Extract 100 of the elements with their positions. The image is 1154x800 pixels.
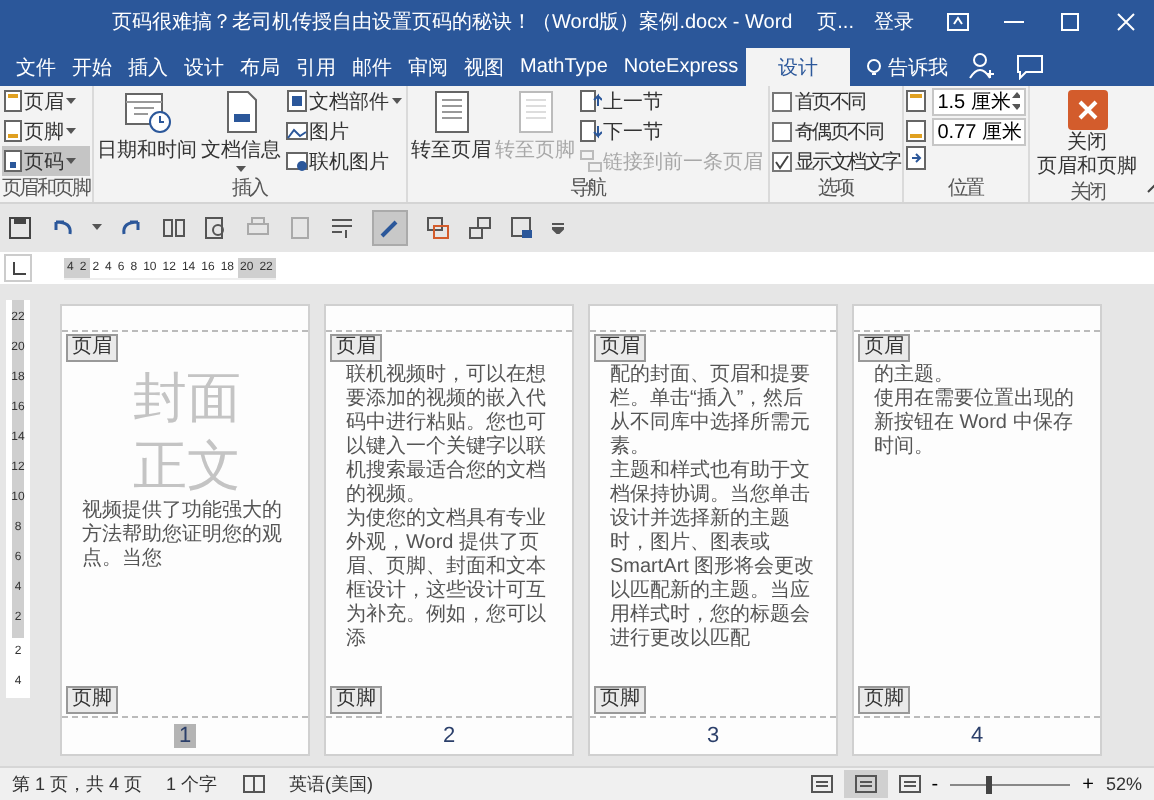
insert-tab-icon[interactable] (905, 146, 928, 170)
footer-tag: 页脚 (330, 686, 382, 714)
ribbon-tab[interactable]: 设计 (176, 48, 232, 86)
maximize-icon[interactable] (1058, 12, 1082, 32)
caret-icon[interactable] (92, 224, 102, 232)
person-add-icon[interactable] (968, 52, 997, 80)
window-icon[interactable] (510, 216, 534, 240)
checkbox[interactable] (771, 151, 792, 171)
body-paragraph: 联机视频时，可以在想要添加的视频的嵌入代码中进行粘贴。您也可以键入一个关键字以联机搜索最适合您的文档的视频。 (346, 364, 548, 507)
caret-icon (391, 97, 402, 105)
footer-position-icon (905, 120, 928, 142)
window-title: 页码很难搞？老司机传授自由设置页码的秘诀！（Word版）案例.docx - Word (112, 9, 793, 36)
customize-toolbar-icon[interactable] (552, 222, 564, 234)
sign-in-link[interactable]: 登录 (874, 8, 914, 36)
page-number: 3 (704, 724, 722, 748)
ribbon-tab[interactable]: 设计 (746, 48, 851, 86)
footer-tag: 页脚 (66, 686, 118, 714)
header-tag: 页眉 (66, 334, 118, 362)
page-count[interactable]: 第 1 页，共 4 页 (12, 771, 143, 797)
ribbon-tab[interactable]: 邮件 (344, 48, 400, 86)
body-paragraph: 配的封面、页眉和提要栏。单击“插入”，然后从不同库中选择所需元素。 (610, 364, 812, 459)
spin-field[interactable]: 0.77 厘米 (931, 117, 1026, 145)
group-label: 关闭 (1068, 182, 1107, 206)
ribbon-tab[interactable]: 审阅 (400, 48, 456, 86)
shapes-icon[interactable] (468, 216, 492, 240)
page-number: 1 (174, 724, 196, 748)
link-icon (579, 150, 602, 172)
ribbon-button[interactable]: 联机图片 (283, 146, 392, 176)
close-header-footer-button[interactable]: 关闭 页眉和页脚 (1031, 86, 1144, 182)
lightbulb-icon (866, 57, 883, 77)
body-paragraph: 使用在需要位置出现的新按钮在 Word 中保存时间。 (874, 388, 1076, 460)
spin-arrows-icon[interactable] (1012, 92, 1020, 110)
group-label: 页眉和页脚 (2, 178, 90, 202)
checkbox-option[interactable]: 显示文档文字 (771, 146, 900, 176)
save-icon[interactable] (8, 216, 32, 240)
print-layout-view-button[interactable] (843, 770, 888, 798)
ribbon-tab[interactable]: 文件 (8, 48, 64, 86)
online-image-icon (285, 150, 308, 172)
ribbon-tab[interactable]: 布局 (232, 48, 288, 86)
ribbon-tab[interactable]: 引用 (288, 48, 344, 86)
ribbon-options-icon[interactable] (946, 12, 970, 32)
caret-icon (236, 166, 247, 174)
page-lines-icon (853, 774, 878, 794)
footer-tag: 页脚 (858, 686, 910, 714)
page-down-icon (579, 120, 602, 142)
checkbox[interactable] (771, 91, 792, 111)
close-icon[interactable] (1114, 12, 1138, 32)
copy-icon[interactable] (426, 216, 450, 240)
word-count[interactable]: 1 个字 (166, 771, 218, 797)
ribbon-button[interactable]: 转至页眉 (409, 86, 494, 178)
zoom-percentage[interactable]: 52% (1105, 774, 1142, 794)
checkbox-label: 显示文档文字 (795, 149, 900, 175)
heading-text: 正文 (131, 434, 243, 499)
group-label: 选项 (815, 178, 856, 202)
checkbox-label: 奇偶页不同 (795, 119, 883, 145)
spin-field[interactable]: 1.5 厘米 (931, 87, 1026, 115)
page-number: 4 (968, 724, 986, 748)
pen-icon (378, 216, 402, 240)
print-preview-icon[interactable] (204, 216, 228, 240)
tell-me-search[interactable]: 告诉我 (866, 48, 949, 86)
ribbon-tab[interactable]: 插入 (120, 48, 176, 86)
zoom-out-button[interactable]: - (931, 773, 939, 795)
ribbon-button[interactable]: 文档信息 (199, 86, 284, 178)
group-label: 位置 (946, 178, 986, 202)
page-number: 2 (440, 724, 458, 748)
ribbon-button[interactable]: 文档部件 (283, 86, 404, 116)
ribbon-button[interactable]: 下一节 (577, 116, 666, 146)
zoom-in-button[interactable]: + (1082, 773, 1094, 795)
ribbon-tab[interactable]: 开始 (64, 48, 120, 86)
web-page-icon (897, 774, 922, 794)
ribbon-button[interactable]: 页码 (2, 146, 90, 176)
context-tab-title: 页... (817, 10, 854, 36)
body-paragraph: 为使您的文档具有专业外观，Word 提供了页眉、页脚、封面和文本框设计，这些设计可互为补充。例如，您可以添 (346, 508, 548, 652)
tab-selector[interactable] (4, 254, 32, 282)
image-icon (285, 120, 308, 142)
zoom-slider-thumb[interactable] (986, 775, 993, 793)
checkbox-option[interactable]: 首页不同 (771, 86, 900, 116)
heading-text: 封面 (131, 366, 243, 432)
checkbox-option[interactable]: 奇偶页不同 (771, 116, 900, 146)
toolbar-button-pressed[interactable] (372, 210, 408, 246)
ribbon-tab[interactable]: NoteExpress (615, 48, 747, 86)
ribbon-button[interactable]: 页脚 (2, 116, 90, 146)
caret-icon (66, 157, 76, 165)
checkbox[interactable] (771, 121, 792, 141)
redo-icon[interactable] (120, 216, 144, 240)
book-icon (809, 774, 834, 794)
caret-icon (66, 127, 76, 135)
ribbon-tab[interactable]: 视图 (456, 48, 512, 86)
ribbon-button[interactable]: 图片 (283, 116, 352, 146)
ribbon-button[interactable]: 日期和时间 (95, 86, 200, 178)
language-indicator[interactable]: 英语(美国) (289, 771, 374, 797)
ribbon-button[interactable]: 页眉 (2, 86, 90, 116)
checkbox-label: 首页不同 (795, 89, 865, 115)
undo-icon[interactable] (50, 216, 74, 240)
proofing-book-icon[interactable] (241, 774, 266, 794)
ribbon-tab[interactable]: MathType (512, 48, 616, 86)
paragraph-icon[interactable] (330, 216, 354, 240)
two-pages-icon[interactable] (162, 216, 186, 240)
ribbon-button[interactable]: 上一节 (577, 86, 666, 116)
comment-icon[interactable] (1016, 52, 1045, 80)
